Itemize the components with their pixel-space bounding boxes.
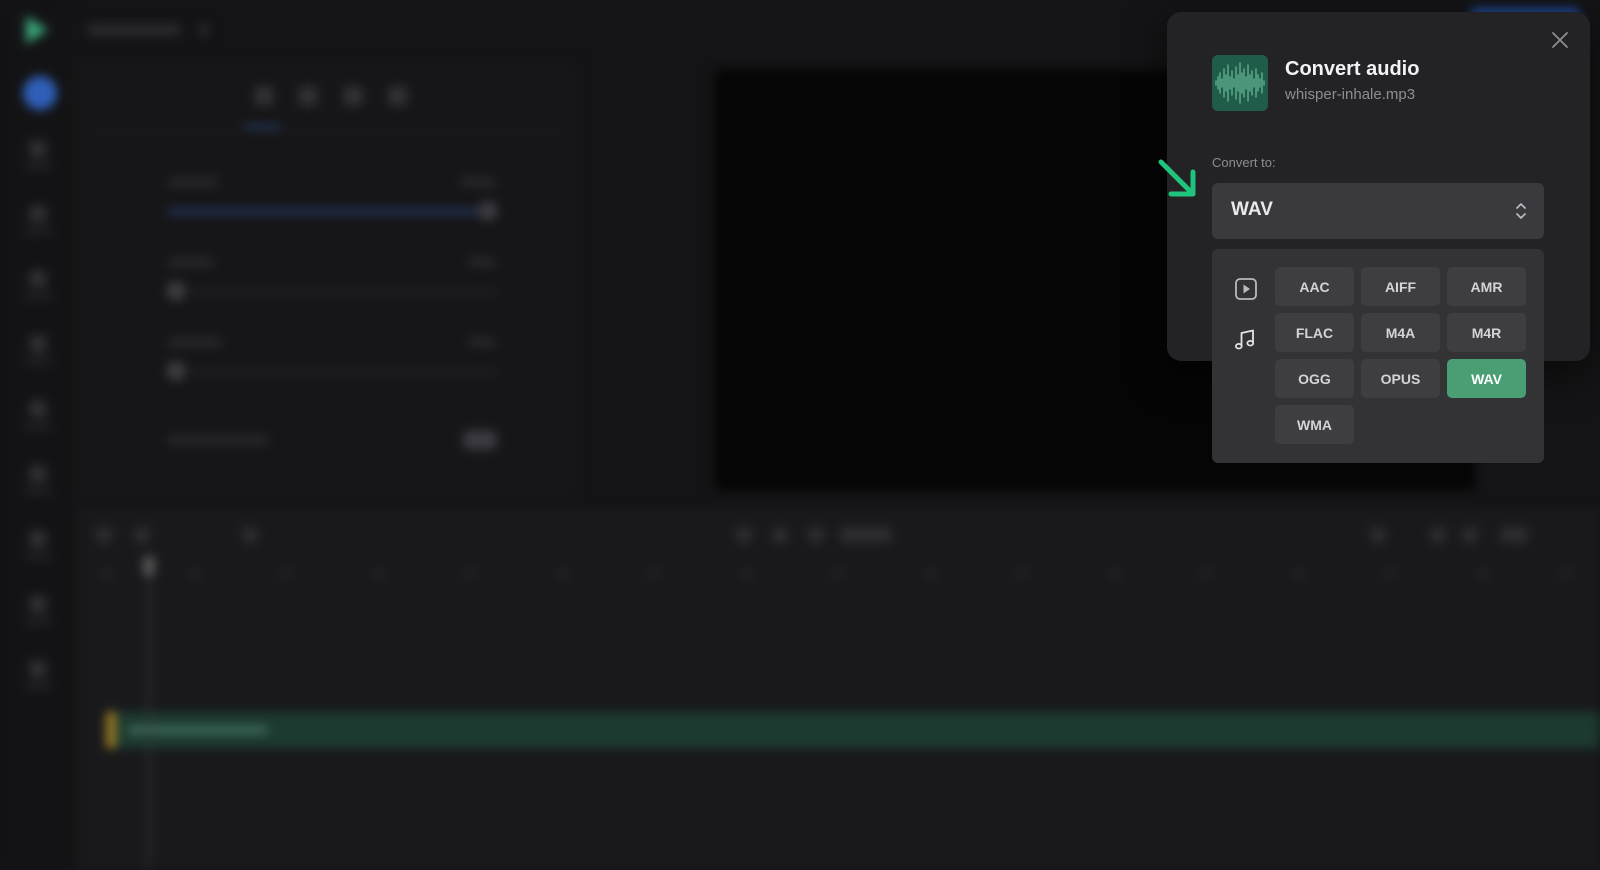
slider-track: [168, 210, 498, 213]
chevron-up-down-icon: [1516, 203, 1526, 219]
timeline-control: [1430, 527, 1446, 543]
format-option-aac[interactable]: AAC: [1275, 267, 1354, 306]
ruler-tick: [372, 572, 386, 576]
category-video[interactable]: [1233, 276, 1259, 302]
timeline-control: [772, 527, 788, 543]
setting-value: [460, 178, 496, 186]
convert-to-label: Convert to:: [1212, 155, 1276, 170]
slider-knob: [166, 281, 186, 301]
sidebar-item: [22, 595, 54, 635]
panel-tab: [298, 86, 318, 106]
format-option-m4r[interactable]: M4R: [1447, 313, 1526, 352]
settings-panel: [78, 60, 578, 500]
sidebar-item: [22, 660, 54, 700]
timeline-control: [242, 527, 258, 543]
sidebar-item: [22, 205, 54, 245]
ruler-tick: [280, 572, 294, 576]
timeline-control: [96, 527, 112, 543]
ruler-tick: [832, 572, 846, 576]
ruler-tick: [924, 572, 938, 576]
file-name: whisper-inhale.mp3: [1285, 86, 1416, 103]
timecode: [840, 527, 892, 543]
ruler-tick: [1016, 572, 1030, 576]
ruler-tick: [1476, 572, 1490, 576]
setting-label: [168, 436, 268, 444]
waveform-icon: [1215, 62, 1265, 104]
project-title: [88, 24, 180, 36]
ruler-tick: [100, 572, 114, 576]
close-icon: [1552, 32, 1568, 48]
ruler-tick: [1108, 572, 1122, 576]
format-option-opus[interactable]: OPUS: [1361, 359, 1440, 398]
slider-track: [168, 370, 498, 373]
music-note-icon: [1235, 329, 1255, 350]
panel-tab: [388, 86, 408, 106]
ruler-tick: [1560, 572, 1574, 576]
timeline: [78, 508, 1600, 870]
format-select[interactable]: WAV: [1212, 183, 1544, 239]
arrow-down-right-icon: [1158, 159, 1196, 197]
sidebar-item: [22, 465, 54, 505]
setting-value: [468, 258, 496, 266]
ruler-tick: [1200, 572, 1214, 576]
ruler-tick: [1384, 572, 1398, 576]
timeline-control: [1462, 527, 1478, 543]
toggle: [462, 430, 498, 450]
sidebar-item: [22, 400, 54, 440]
close-button[interactable]: [1549, 29, 1571, 51]
ruler-tick: [464, 572, 478, 576]
sidebar-item: [22, 140, 54, 180]
slider-track: [168, 290, 498, 293]
ruler-tick: [1292, 572, 1306, 576]
slider-knob: [478, 201, 498, 221]
playhead: [148, 556, 150, 870]
sidebar-item: [22, 270, 54, 310]
playhead-handle: [143, 556, 155, 576]
panel-tab: [343, 86, 363, 106]
timeline-control: [1500, 527, 1528, 543]
format-option-flac[interactable]: FLAC: [1275, 313, 1354, 352]
format-option-m4a[interactable]: M4A: [1361, 313, 1440, 352]
slider-knob: [166, 361, 186, 381]
selected-format: WAV: [1231, 199, 1273, 220]
setting-value: [468, 338, 496, 346]
timeline-control: [736, 527, 752, 543]
format-option-ogg[interactable]: OGG: [1275, 359, 1354, 398]
project-menu: [198, 24, 210, 36]
setting-label: [168, 258, 214, 266]
setting-label: [168, 178, 218, 186]
ruler-tick: [188, 572, 202, 576]
format-option-wav[interactable]: WAV: [1447, 359, 1526, 398]
category-audio[interactable]: [1232, 326, 1258, 352]
setting-label: [168, 338, 222, 346]
app-logo: [26, 16, 48, 44]
format-option-aiff[interactable]: AIFF: [1361, 267, 1440, 306]
ruler-tick: [556, 572, 570, 576]
format-option-wma[interactable]: WMA: [1275, 405, 1354, 444]
audio-clip: [106, 712, 1600, 748]
audio-waveform-thumbnail: [1212, 55, 1268, 111]
sidebar-item: [22, 335, 54, 375]
sidebar: [0, 0, 72, 870]
avatar: [23, 76, 57, 110]
timeline-control: [808, 527, 824, 543]
panel-tab: [254, 86, 274, 106]
format-option-amr[interactable]: AMR: [1447, 267, 1526, 306]
ruler-tick: [740, 572, 754, 576]
dialog-title: Convert audio: [1285, 58, 1420, 80]
video-play-icon: [1235, 278, 1257, 300]
ruler-tick: [648, 572, 662, 576]
timeline-control: [134, 527, 150, 543]
timeline-control: [1370, 527, 1386, 543]
divider: [86, 128, 566, 129]
sidebar-item: [22, 530, 54, 570]
